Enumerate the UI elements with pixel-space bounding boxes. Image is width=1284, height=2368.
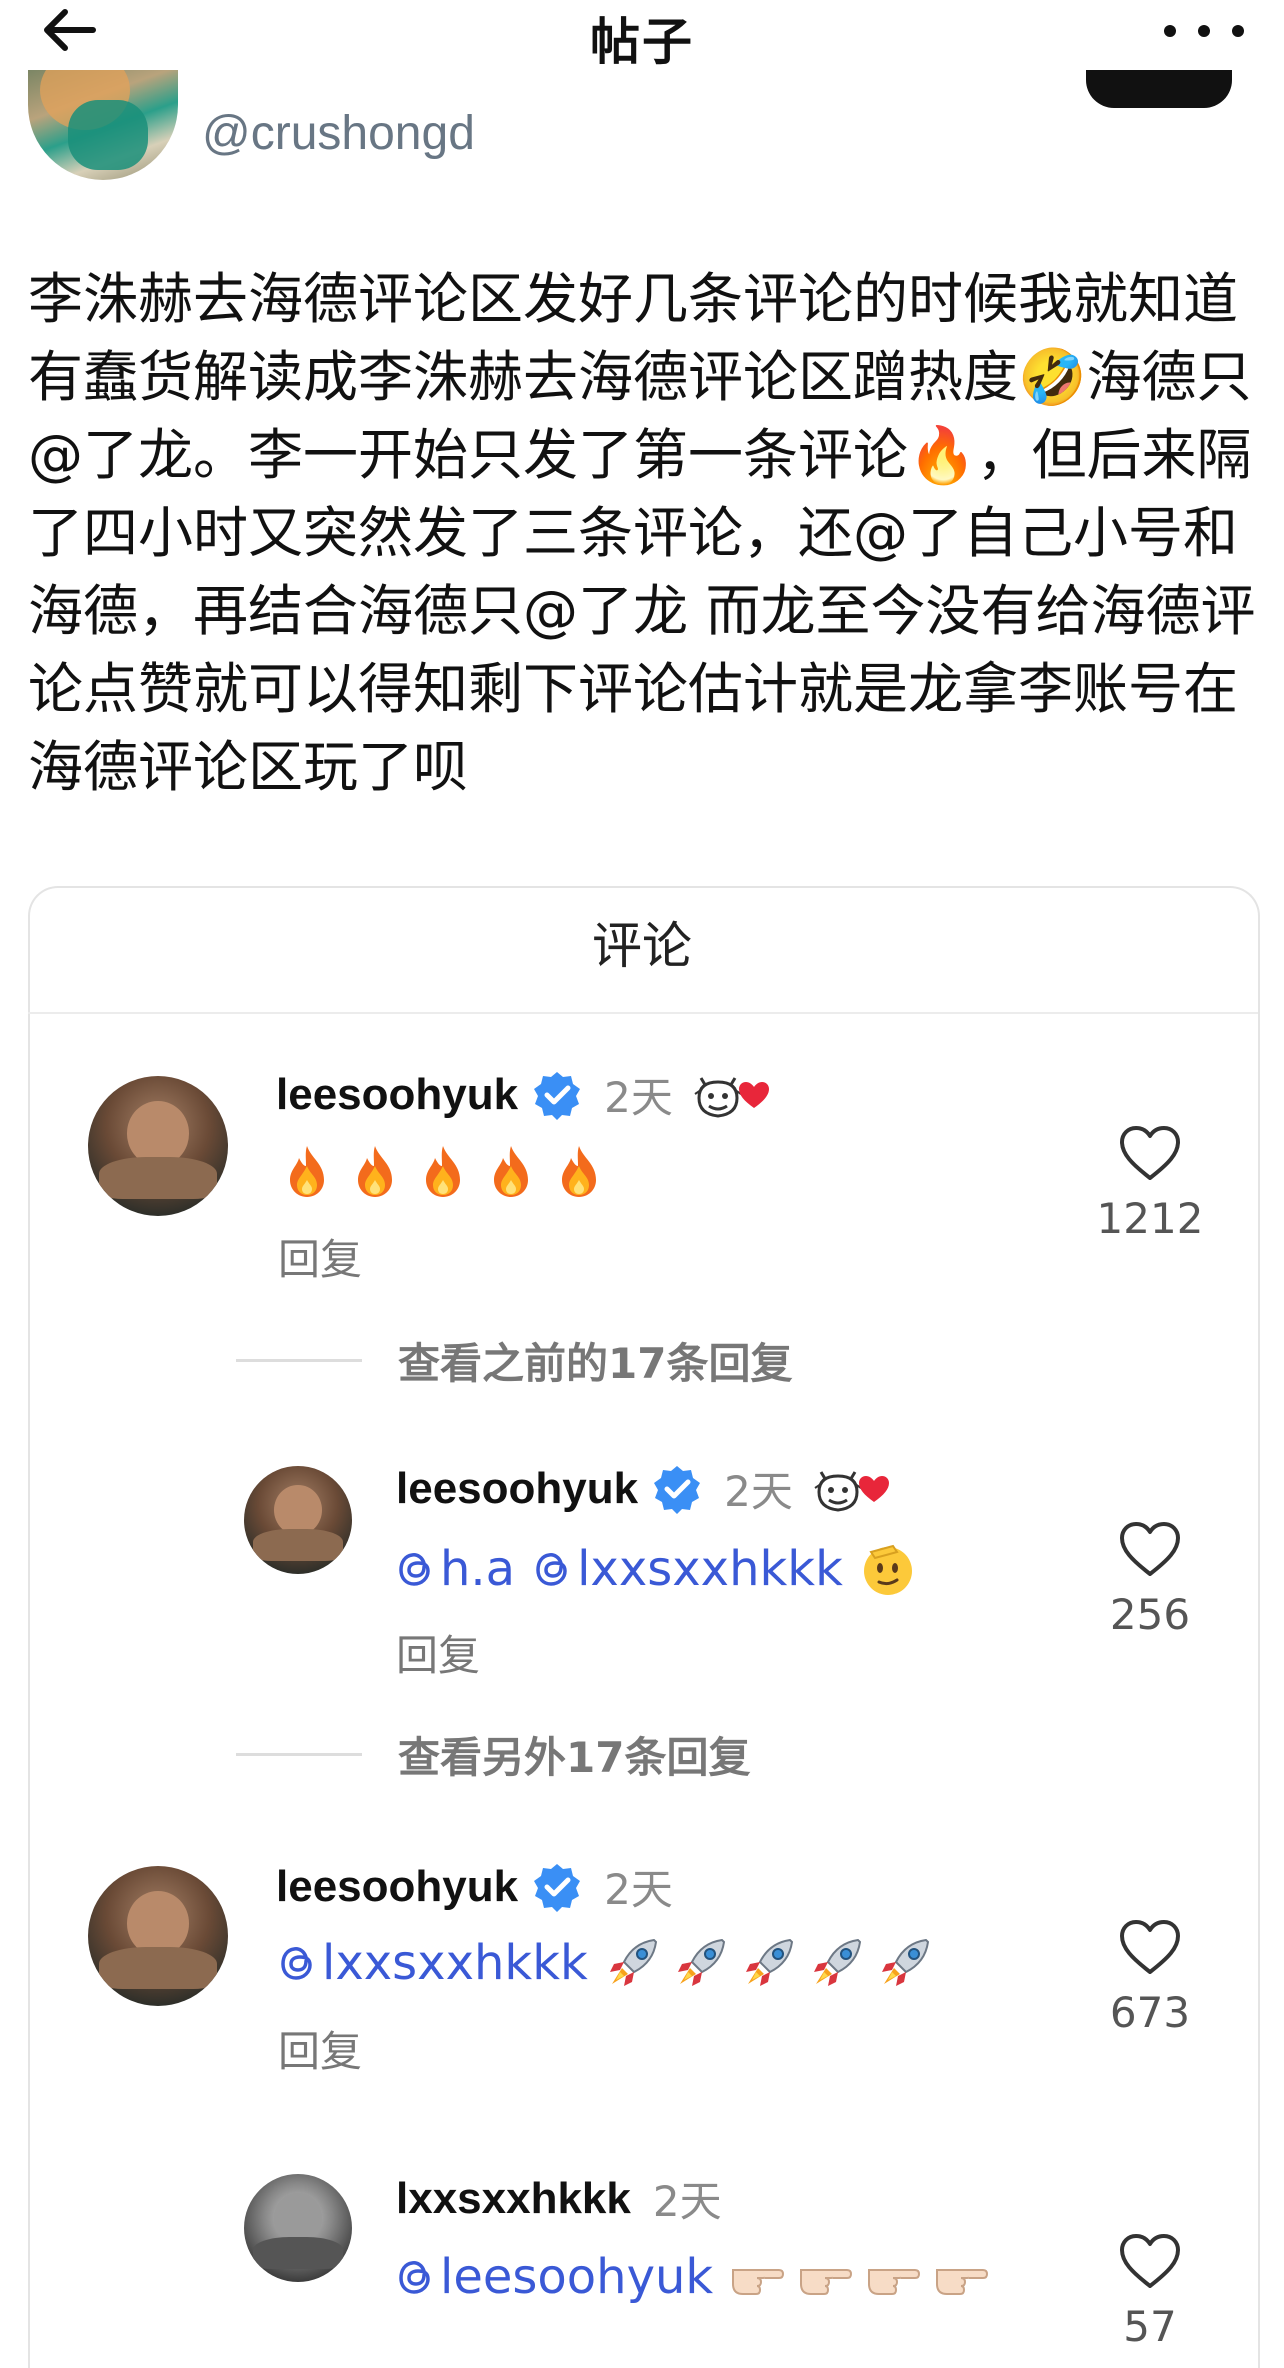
comment-text [278,1142,618,1200]
heart-icon[interactable] [1118,1124,1182,1182]
backhand-index-right-icon [727,2248,785,2306]
backhand-index-right-icon [863,2248,921,2306]
mention-link[interactable]: lxxsxxhkkk [278,1935,588,1991]
post-text: 李洙赫去海德评论区发好几条评论的时候我就知道有蠢货解读成李洙赫去海德评论区蹭热度… [28,267,1256,799]
like-count: 673 [1109,1988,1191,2037]
comment-username[interactable]: leesoohyuk 2天 [396,1458,891,1519]
fire-icon [278,1142,336,1200]
reply-button[interactable]: 回复 [396,1622,480,1683]
threads-icon [396,2257,436,2297]
comment-text: leesoohyuk [396,2248,999,2306]
mention-link[interactable]: leesoohyuk [396,2249,713,2305]
page-title: 帖子 [590,13,694,71]
like-button[interactable]: 673 [1090,1918,1210,2037]
saluting-face-icon [859,1540,917,1598]
like-count: 256 [1109,1590,1191,1639]
heart-icon[interactable] [1118,1520,1182,1578]
avatar[interactable] [244,1466,352,1574]
author-handle[interactable]: @crushongd [202,106,475,161]
avatar[interactable] [244,2174,352,2282]
comment-time: 2天 [604,1865,673,1914]
comment-time: 2天 [724,1467,793,1516]
comment-text: lxxsxxhkkk [278,1934,944,1992]
rocket-icon [808,1934,866,1992]
comment-username[interactable]: lxxsxxhkkk 2天 [396,2168,722,2229]
fire-icon [482,1142,540,1200]
fire-icon [550,1142,608,1200]
comment-text: h.a lxxsxxhkkk [396,1540,927,1598]
fire-icon [414,1142,472,1200]
top-bar: 帖子 [0,0,1284,71]
like-count: 57 [1123,2302,1177,2351]
backhand-index-right-icon [795,2248,853,2306]
view-more-replies[interactable]: 查看之前的17条回复 [236,1330,792,1391]
verified-badge-icon [652,1464,702,1514]
like-count: 1212 [1096,1194,1204,1243]
threads-icon [396,1549,436,1589]
like-button[interactable]: 57 [1090,2232,1210,2351]
comments-title: 评论 [592,917,692,975]
view-more-replies[interactable]: 查看另外17条回复 [236,1724,750,1785]
mention-link[interactable]: h.a [396,1541,515,1597]
reply-button[interactable]: 回复 [278,2018,362,2079]
rocket-icon [604,1934,662,1992]
backhand-index-right-icon [931,2248,989,2306]
threads-icon [278,1943,318,1983]
comment-username[interactable]: leesoohyuk 2天 [276,1064,771,1125]
reply-button[interactable]: 回复 [278,1226,362,1287]
heart-icon[interactable] [1118,1918,1182,1976]
like-button[interactable]: 256 [1090,1520,1210,1639]
divider [28,1012,1258,1014]
rocket-icon [672,1934,730,1992]
comment-time: 2天 [652,2177,722,2226]
verified-badge-icon [532,1070,582,1120]
fire-icon [346,1142,404,1200]
author-liked-icon [691,1068,771,1122]
more-horizontal-icon[interactable] [1164,8,1244,54]
rocket-icon [876,1934,934,1992]
author-liked-icon [811,1462,891,1516]
author-avatar[interactable] [28,60,178,180]
mention-link[interactable]: lxxsxxhkkk [533,1541,843,1597]
rocket-icon [740,1934,798,1992]
avatar[interactable] [88,1866,228,2006]
threads-icon [533,1549,573,1589]
heart-icon[interactable] [1118,2232,1182,2290]
like-button[interactable]: 1212 [1090,1124,1210,1243]
comment-time: 2天 [604,1073,673,1122]
verified-badge-icon [532,1862,582,1912]
comment-username[interactable]: leesoohyuk 2天 [276,1856,673,1917]
avatar[interactable] [88,1076,228,1216]
